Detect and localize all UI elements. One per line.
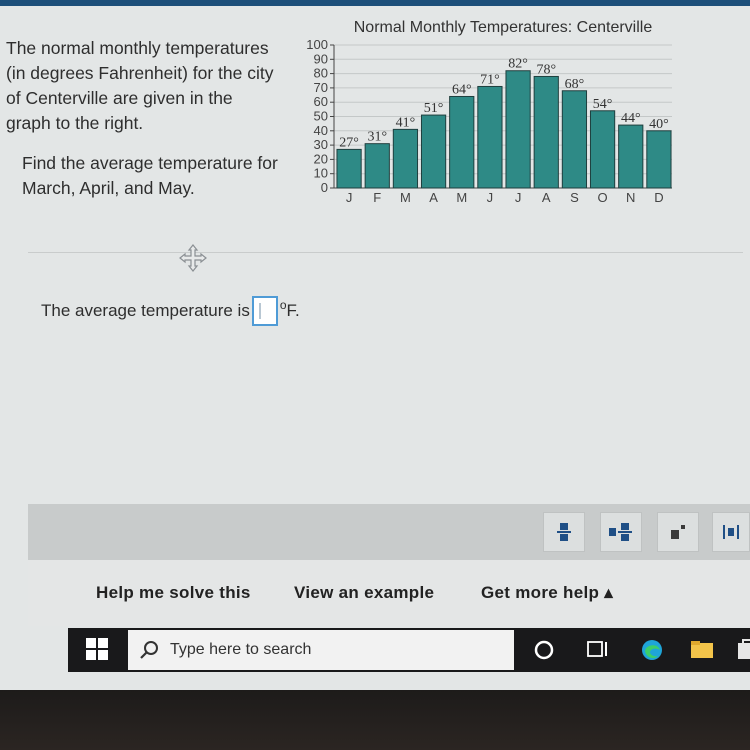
bar-11 bbox=[646, 130, 672, 189]
bar-1 bbox=[364, 143, 390, 189]
task-view-icon[interactable] bbox=[586, 638, 610, 662]
x-tick-label: F bbox=[373, 190, 381, 205]
store-icon[interactable] bbox=[736, 638, 750, 662]
bar-4 bbox=[449, 95, 475, 189]
bar-value-label: 27° bbox=[339, 135, 359, 150]
fraction-tool-button[interactable] bbox=[543, 512, 585, 552]
bar-value-label: 78° bbox=[536, 62, 556, 77]
answer-line: The average temperature is o F. bbox=[41, 296, 300, 326]
x-tick-label: M bbox=[456, 190, 467, 205]
chart-x-ticks: JFMAMJJASOND bbox=[346, 190, 664, 205]
x-tick-label: A bbox=[542, 190, 551, 205]
y-tick-label: 80 bbox=[314, 66, 328, 81]
answer-input[interactable] bbox=[251, 296, 278, 326]
answer-prefix: The average temperature is bbox=[41, 301, 250, 320]
mixed-number-icon bbox=[609, 523, 632, 541]
bar-2 bbox=[392, 128, 419, 189]
bar-10 bbox=[618, 124, 644, 189]
x-tick-label: S bbox=[570, 190, 579, 205]
chart-title: Normal Monthly Temperatures: Centerville bbox=[354, 19, 653, 36]
fraction-icon bbox=[557, 523, 571, 541]
bar-7 bbox=[533, 75, 559, 189]
x-tick-label: M bbox=[400, 190, 411, 205]
bar-0 bbox=[336, 148, 362, 189]
bar-value-label: 51° bbox=[424, 101, 444, 116]
x-tick-label: O bbox=[598, 190, 608, 205]
exponent-icon bbox=[671, 525, 685, 539]
move-handle-icon[interactable] bbox=[178, 243, 208, 273]
cortana-icon[interactable] bbox=[532, 638, 556, 662]
x-tick-label: N bbox=[626, 190, 635, 205]
y-tick-label: 70 bbox=[314, 80, 328, 95]
bar-8 bbox=[561, 90, 588, 189]
search-icon bbox=[140, 641, 158, 659]
absolute-value-icon bbox=[723, 525, 739, 539]
y-tick-label: 60 bbox=[314, 94, 328, 109]
taskbar-search[interactable]: Type here to search bbox=[128, 630, 514, 670]
edge-browser-icon[interactable] bbox=[640, 638, 664, 662]
device-bottom-bezel bbox=[0, 690, 750, 750]
y-tick-label: 0 bbox=[321, 180, 328, 195]
bar-value-label: 54° bbox=[593, 97, 613, 112]
degree-symbol: o bbox=[279, 298, 287, 312]
bar-value-label: 68° bbox=[565, 77, 585, 92]
bar-value-label: 64° bbox=[452, 82, 472, 97]
windows-start-icon[interactable] bbox=[86, 638, 108, 660]
bar-value-label: 44° bbox=[621, 111, 641, 126]
bar-6 bbox=[505, 70, 531, 189]
absolute-value-tool-button[interactable] bbox=[712, 512, 750, 552]
exponent-tool-button[interactable] bbox=[657, 512, 699, 552]
x-tick-label: A bbox=[429, 190, 438, 205]
bar-5 bbox=[477, 85, 503, 189]
help-me-solve-link[interactable]: Help me solve this bbox=[96, 583, 251, 603]
search-placeholder: Type here to search bbox=[170, 641, 312, 658]
bar-value-label: 41° bbox=[396, 115, 416, 130]
answer-unit: F. bbox=[286, 301, 300, 320]
temperature-bar-chart: Normal Monthly Temperatures: Centerville… bbox=[306, 19, 672, 205]
file-explorer-icon[interactable] bbox=[690, 638, 714, 662]
y-tick-label: 20 bbox=[314, 151, 328, 166]
y-tick-label: 40 bbox=[314, 123, 328, 138]
y-tick-label: 10 bbox=[314, 166, 328, 181]
y-tick-label: 90 bbox=[314, 51, 328, 66]
bar-value-label: 40° bbox=[649, 117, 669, 132]
y-tick-label: 100 bbox=[306, 37, 328, 52]
mixed-number-tool-button[interactable] bbox=[600, 512, 642, 552]
view-example-link[interactable]: View an example bbox=[294, 583, 434, 603]
section-divider bbox=[28, 252, 743, 253]
bar-9 bbox=[589, 110, 616, 189]
get-more-help-link[interactable]: Get more help ▴ bbox=[481, 583, 613, 603]
x-tick-label: J bbox=[515, 190, 522, 205]
chart-y-ticks: 0102030405060708090100 bbox=[306, 37, 328, 195]
bar-value-label: 71° bbox=[480, 72, 500, 87]
bar-value-label: 82° bbox=[508, 57, 528, 72]
y-tick-label: 50 bbox=[314, 109, 328, 124]
x-tick-label: J bbox=[346, 190, 353, 205]
x-tick-label: J bbox=[487, 190, 494, 205]
bar-value-label: 31° bbox=[367, 130, 387, 145]
bar-3 bbox=[420, 114, 447, 189]
y-tick-label: 30 bbox=[314, 137, 328, 152]
x-tick-label: D bbox=[654, 190, 663, 205]
